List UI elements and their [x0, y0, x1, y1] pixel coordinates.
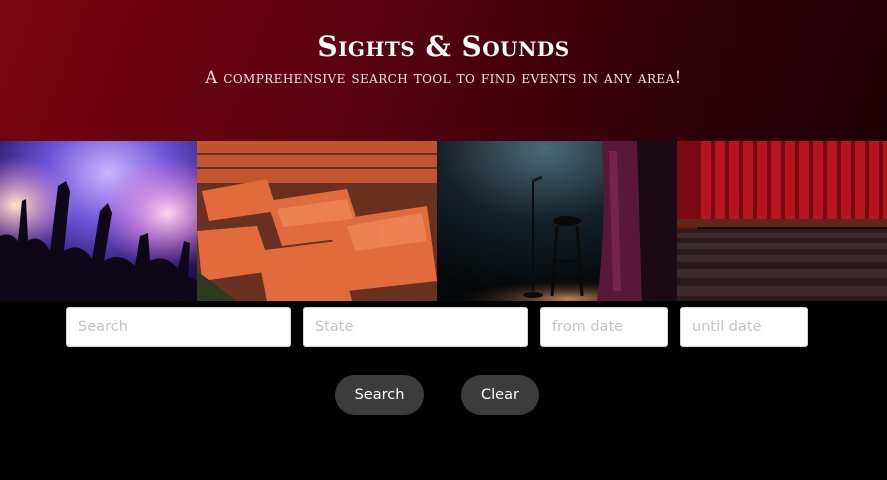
site-subtitle: A comprehensive search tool to find even… — [205, 68, 682, 87]
stadium-seats-photo — [197, 141, 437, 301]
comedy-stage-photo — [437, 141, 677, 301]
image-gallery — [0, 141, 887, 301]
from-date-input[interactable] — [540, 307, 668, 347]
site-header: Sights & Sounds A comprehensive search t… — [0, 0, 887, 141]
theater-curtain-photo — [677, 141, 887, 301]
until-date-input[interactable] — [680, 307, 808, 347]
concert-crowd-photo — [0, 141, 197, 301]
site-title: Sights & Sounds — [317, 30, 570, 63]
clear-button[interactable]: Clear — [461, 375, 539, 415]
state-input[interactable] — [303, 307, 528, 347]
search-button[interactable]: Search — [335, 375, 424, 415]
search-input[interactable] — [66, 307, 291, 347]
